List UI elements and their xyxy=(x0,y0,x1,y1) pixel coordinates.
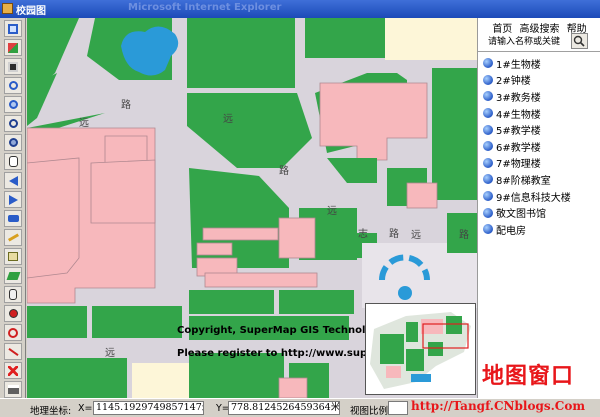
layers-icon[interactable] xyxy=(4,39,22,56)
panel-divider xyxy=(478,51,600,52)
building-item-8[interactable]: 8#阶梯教室 xyxy=(483,171,599,188)
select-circle-icon[interactable] xyxy=(4,324,22,341)
search-icon xyxy=(573,35,585,47)
forward-icon[interactable] xyxy=(4,191,22,208)
globe-icon xyxy=(483,124,493,135)
globe-icon xyxy=(483,58,493,69)
search-button[interactable] xyxy=(571,33,588,49)
panel-nav: 首页 高级搜索 帮助 xyxy=(478,20,600,35)
building-item-9[interactable]: 9#信息科技大楼 xyxy=(483,188,599,205)
svg-text:远: 远 xyxy=(79,117,89,129)
building-label: 敬文图书馆 xyxy=(496,209,546,221)
building-item-3[interactable]: 3#教务楼 xyxy=(483,88,599,105)
window-ghost-title: Microsoft Internet Explorer xyxy=(128,2,282,13)
globe-icon xyxy=(483,174,493,185)
watermark-url: http://Tangf.CNblogs.Com xyxy=(411,399,586,413)
search-panel: 首页 高级搜索 帮助 1#生物楼 2#钟楼 3#教务楼 4#生物楼 5#教学楼 … xyxy=(477,18,600,398)
globe-icon xyxy=(483,191,493,202)
x-value: 1145.1929749857147米 xyxy=(93,401,204,415)
globe-icon xyxy=(483,141,493,152)
building-item-11[interactable]: 配电房 xyxy=(483,221,599,238)
map-view[interactable]: 远 路 远 路 远 路 志 远 路 远 Copyright, SuperMap … xyxy=(27,18,477,398)
status-icon xyxy=(6,403,24,413)
print-icon[interactable] xyxy=(4,381,22,398)
app-icon xyxy=(2,3,13,14)
coord-label: 地理坐标: xyxy=(30,406,72,417)
building-label: 1#生物楼 xyxy=(496,59,541,71)
building-label: 6#教学楼 xyxy=(496,142,541,154)
svg-text:远: 远 xyxy=(223,113,233,125)
svg-text:路: 路 xyxy=(459,228,469,241)
overview-map-canvas xyxy=(366,304,475,394)
clear-icon[interactable] xyxy=(4,362,22,379)
window-title: 校园图 xyxy=(16,6,46,17)
refresh-icon[interactable] xyxy=(4,210,22,227)
scale-value xyxy=(388,401,408,415)
svg-text:远: 远 xyxy=(327,205,337,217)
globe-icon xyxy=(483,91,493,102)
measure-distance-icon[interactable] xyxy=(4,229,22,246)
title-bar: 校园图 Microsoft Internet Explorer xyxy=(0,0,600,18)
building-item-5[interactable]: 5#教学楼 xyxy=(483,121,599,138)
search-input[interactable] xyxy=(486,34,569,49)
measure-area-icon[interactable] xyxy=(4,267,22,284)
globe-icon xyxy=(483,74,493,85)
y-value: 778.8124526459364米 xyxy=(228,401,340,415)
building-label: 4#生物楼 xyxy=(496,109,541,121)
building-label: 7#物理楼 xyxy=(496,159,541,171)
svg-text:路: 路 xyxy=(279,164,289,177)
zoom-out-icon[interactable] xyxy=(4,96,22,113)
svg-text:志: 志 xyxy=(358,227,368,240)
globe-icon xyxy=(483,224,493,235)
zoom-box-in-icon[interactable] xyxy=(4,115,22,132)
building-list: 1#生物楼 2#钟楼 3#教务楼 4#生物楼 5#教学楼 6#教学楼 7#物理楼… xyxy=(483,55,599,238)
globe-icon xyxy=(483,157,493,168)
globe-icon xyxy=(483,108,493,119)
building-label: 3#教务楼 xyxy=(496,92,541,104)
pan-icon[interactable] xyxy=(4,153,22,170)
svg-text:远: 远 xyxy=(411,229,421,241)
building-label: 9#信息科技大楼 xyxy=(496,192,571,204)
building-label: 8#阶梯教室 xyxy=(496,175,551,187)
building-item-4[interactable]: 4#生物楼 xyxy=(483,105,599,122)
building-label: 5#教学楼 xyxy=(496,126,541,138)
full-extent-icon[interactable] xyxy=(4,20,22,37)
zoom-box-out-icon[interactable] xyxy=(4,134,22,151)
hand-icon[interactable] xyxy=(4,286,22,303)
map-toolbar xyxy=(0,18,26,398)
svg-text:路: 路 xyxy=(389,227,399,240)
select-icon[interactable] xyxy=(4,248,22,265)
building-item-1[interactable]: 1#生物楼 xyxy=(483,55,599,72)
building-item-6[interactable]: 6#教学楼 xyxy=(483,138,599,155)
svg-text:远: 远 xyxy=(105,347,115,359)
back-icon[interactable] xyxy=(4,172,22,189)
x-label: X= xyxy=(78,403,93,414)
select-line-icon[interactable] xyxy=(4,343,22,360)
globe-icon xyxy=(483,207,493,218)
copyright-line-1: Copyright, SuperMap GIS Technologies xyxy=(177,325,396,336)
info-icon[interactable] xyxy=(4,58,22,75)
building-label: 配电房 xyxy=(496,225,526,237)
select-point-icon[interactable] xyxy=(4,305,22,322)
zoom-in-icon[interactable] xyxy=(4,77,22,94)
building-item-7[interactable]: 7#物理楼 xyxy=(483,155,599,172)
building-item-10[interactable]: 敬文图书馆 xyxy=(483,204,599,221)
building-label: 2#钟楼 xyxy=(496,76,531,88)
watermark-title: 地图窗口 xyxy=(482,364,575,389)
building-item-2[interactable]: 2#钟楼 xyxy=(483,72,599,89)
overview-map[interactable] xyxy=(365,303,476,395)
svg-text:路: 路 xyxy=(121,98,131,111)
